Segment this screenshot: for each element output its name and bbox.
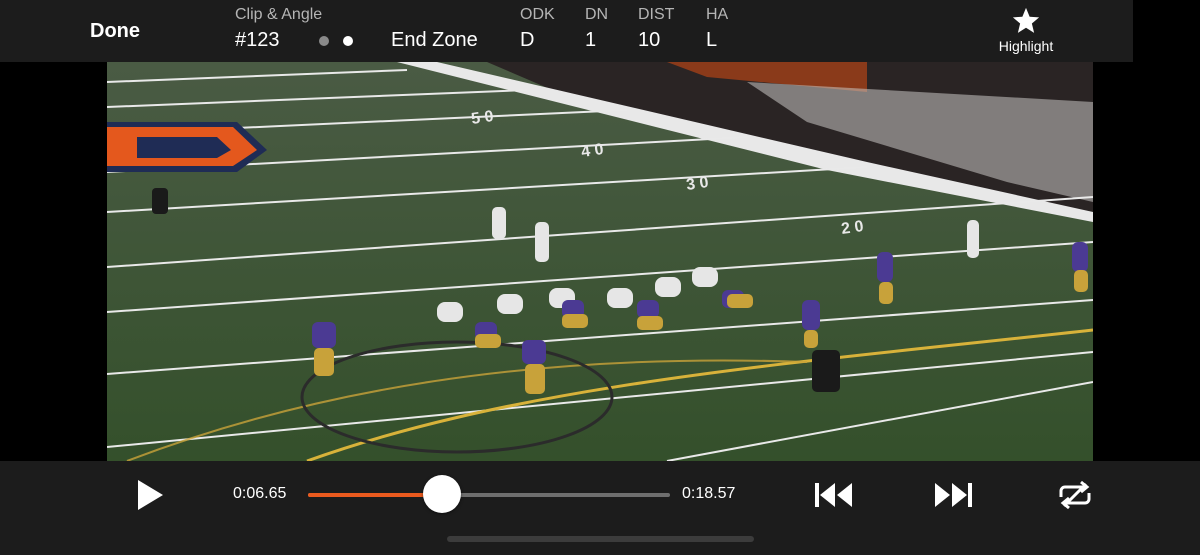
football-field-video: 4 0 3 0 2 0 5 0 (107, 62, 1093, 461)
hash-value: L (706, 29, 718, 51)
play-button[interactable] (134, 478, 166, 512)
svg-text:2 0: 2 0 (840, 218, 864, 238)
home-indicator (447, 536, 754, 542)
top-bar: Done Clip & Angle #123 End Zone ODK D DN… (0, 0, 1200, 62)
odk-label: ODK (520, 6, 555, 23)
loop-off-icon (1059, 480, 1091, 510)
dn-value: 1 (585, 29, 597, 51)
total-time: 0:18.57 (682, 485, 736, 502)
svg-text:4 0: 4 0 (580, 141, 604, 161)
svg-text:5 0: 5 0 (470, 108, 494, 128)
loop-button[interactable] (1053, 475, 1097, 515)
skip-forward-icon (935, 483, 972, 507)
angle-name[interactable]: End Zone (391, 29, 478, 52)
playback-controls: 0:06.65 0:18.57 (0, 461, 1200, 555)
clip-number: #123 (235, 29, 280, 51)
current-time: 0:06.65 (233, 485, 287, 502)
top-bar-edge (1133, 0, 1200, 62)
highlight-label: Highlight (998, 38, 1054, 54)
highlight-button[interactable]: Highlight (990, 6, 1062, 56)
skip-back-button[interactable] (812, 475, 856, 515)
skip-forward-button[interactable] (931, 475, 975, 515)
hash-label: HA (706, 6, 729, 23)
clip-angle-label: Clip & Angle (235, 6, 323, 23)
scrubber-track[interactable] (308, 475, 670, 513)
video-frame[interactable]: 4 0 3 0 2 0 5 0 (107, 62, 1093, 461)
skip-back-icon (815, 483, 852, 507)
angle-dot-active[interactable] (343, 36, 353, 46)
scrubber-thumb[interactable] (423, 475, 462, 513)
dist-value: 10 (638, 29, 661, 51)
odk-value: D (520, 29, 535, 51)
dn-label: DN (585, 6, 609, 23)
scrubber-progress (308, 493, 443, 497)
star-icon (1012, 7, 1040, 33)
angle-dot-inactive[interactable] (319, 36, 329, 46)
done-button[interactable]: Done (90, 20, 140, 43)
play-icon (138, 480, 163, 510)
dist-label: DIST (638, 6, 675, 23)
svg-text:3 0: 3 0 (685, 174, 709, 194)
endzone-logo-inner (137, 137, 231, 158)
